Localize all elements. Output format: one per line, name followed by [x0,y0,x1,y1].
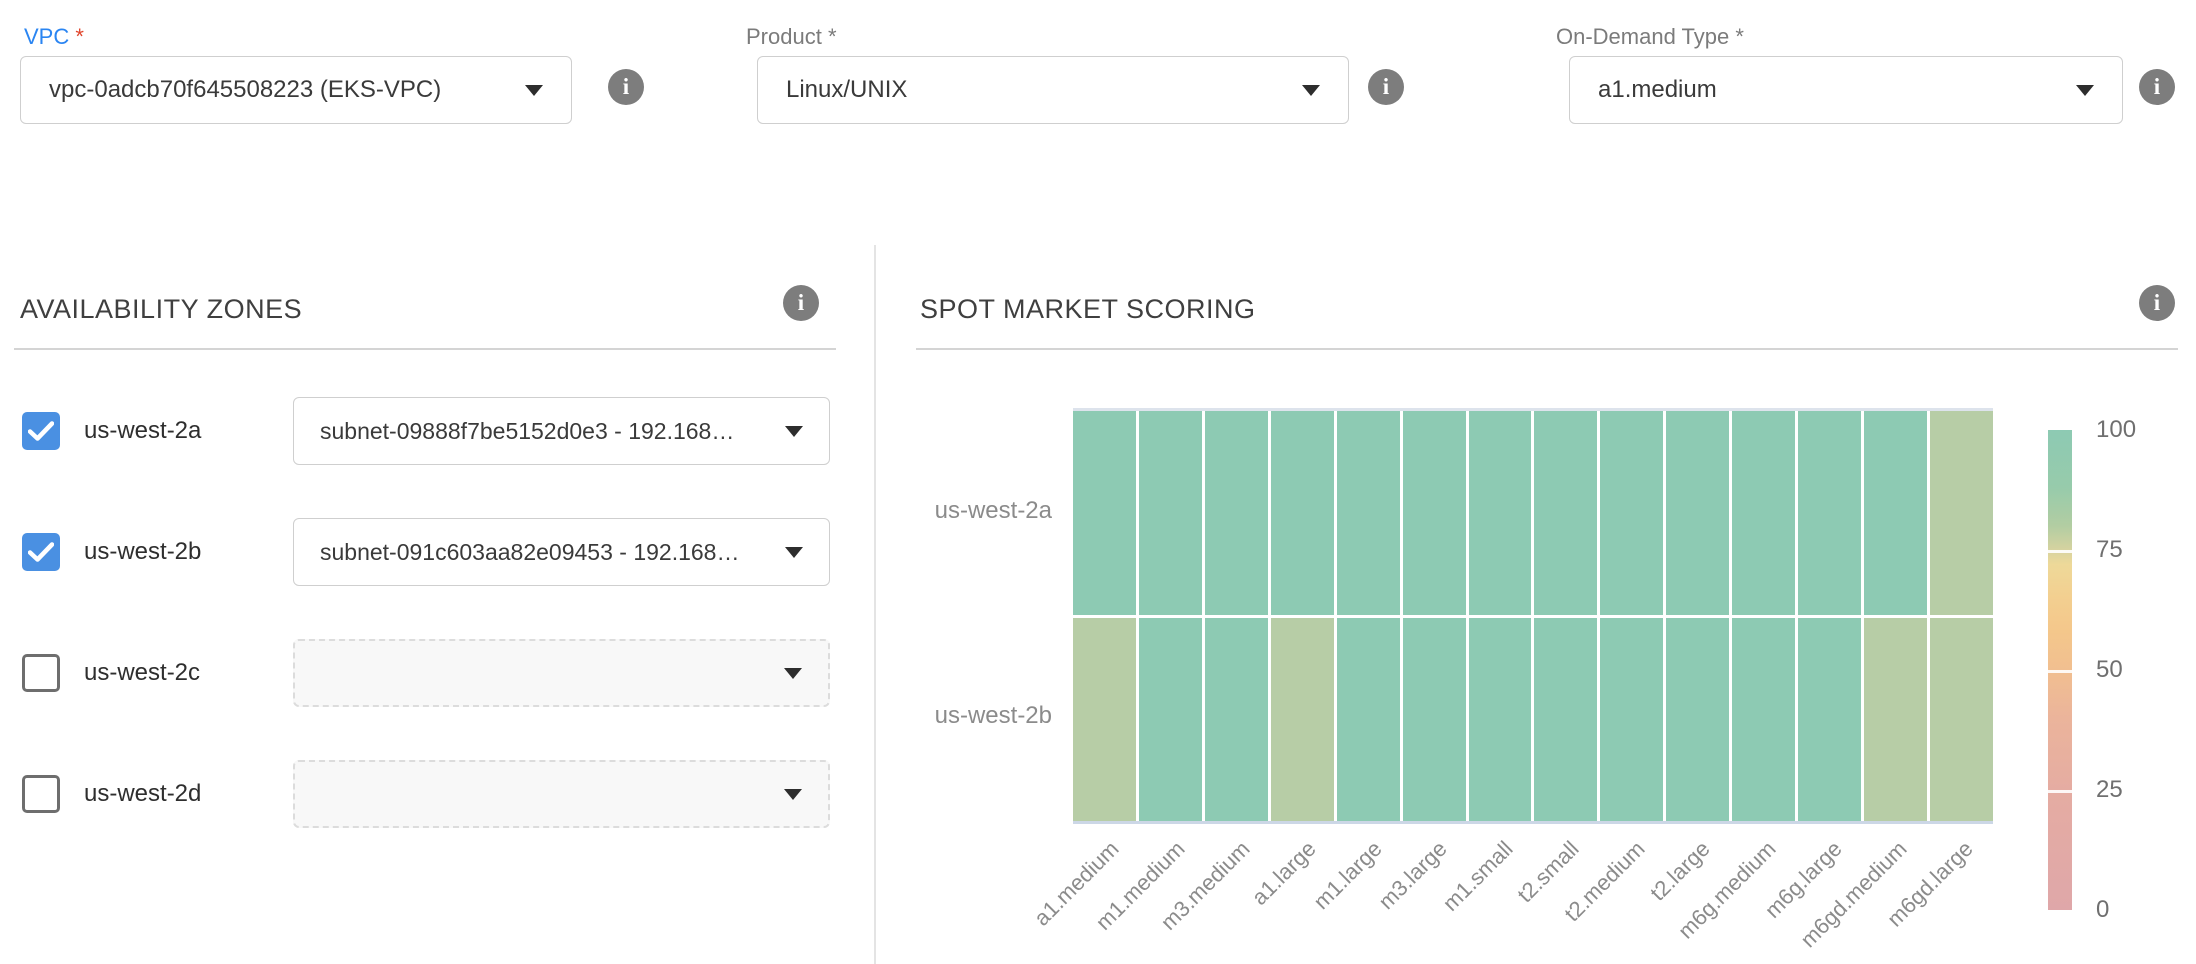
heatmap-cell [1600,411,1663,615]
az-checkbox-us-west-2c[interactable] [22,654,60,692]
colorbar-label-50: 50 [2096,656,2123,684]
chevron-down-icon [785,547,803,558]
colorbar-label-100: 100 [2096,416,2136,444]
colorbar-tick [2048,670,2072,673]
panel-divider [874,245,876,964]
vpc-required-asterisk: * [75,24,84,49]
heatmap-cell [1139,411,1202,615]
heatmap-cell [1337,618,1400,822]
heatmap-cell [1271,411,1334,615]
heatmap-cell [1073,411,1136,615]
product-select[interactable]: Linux/UNIX [757,56,1349,124]
heatmap-cell [1469,411,1532,615]
check-icon [28,542,54,562]
vpc-info-icon[interactable]: i [608,69,644,105]
spot-market-scoring-divider [916,348,2178,350]
chevron-down-icon [1302,85,1320,96]
product-required-asterisk: * [828,24,837,49]
chevron-down-icon [525,85,543,96]
az-subnet-select-us-west-2a[interactable]: subnet-09888f7be5152d0e3 - 192.168… [293,397,830,465]
heatmap-cell [1600,618,1663,822]
heatmap-cell [1732,411,1795,615]
chevron-down-icon [785,426,803,437]
heatmap-cell [1403,411,1466,615]
check-icon [28,421,54,441]
on-demand-type-label-text: On-Demand Type [1556,24,1729,49]
on-demand-required-asterisk: * [1735,24,1744,49]
heatmap-cell [1205,618,1268,822]
az-checkbox-us-west-2d[interactable] [22,775,60,813]
spot-market-scoring-title: SPOT MARKET SCORING [920,294,1256,325]
colorbar-label-75: 75 [2096,536,2123,564]
az-checkbox-us-west-2a[interactable] [22,412,60,450]
heatmap-cell [1073,618,1136,822]
vpc-select[interactable]: vpc-0adcb70f645508223 (EKS-VPC) [20,56,572,124]
colorbar-label-25: 25 [2096,776,2123,804]
heatmap-cell [1930,411,1993,615]
heatmap-cell [1534,618,1597,822]
product-label: Product * [746,24,837,50]
heatmap-cell [1798,618,1861,822]
on-demand-type-select[interactable]: a1.medium [1569,56,2123,124]
product-select-value: Linux/UNIX [786,76,907,104]
vpc-label: VPC * [24,24,84,50]
heatmap-cell [1337,411,1400,615]
az-label-us-west-2b: us-west-2b [84,518,201,586]
spot-instance-config-page: VPC * vpc-0adcb70f645508223 (EKS-VPC) i … [0,0,2196,964]
chevron-down-icon [784,789,802,800]
vpc-select-value: vpc-0adcb70f645508223 (EKS-VPC) [49,76,441,104]
heatmap-cell [1666,411,1729,615]
product-info-icon[interactable]: i [1368,69,1404,105]
chevron-down-icon [2076,85,2094,96]
az-subnet-select-us-west-2c[interactable] [293,639,830,707]
on-demand-type-label: On-Demand Type * [1556,24,1744,50]
colorbar [2048,430,2072,910]
spot-market-scoring-info-icon[interactable]: i [2139,285,2175,321]
on-demand-type-select-value: a1.medium [1598,76,1717,104]
on-demand-type-info-icon[interactable]: i [2139,69,2175,105]
availability-zones-divider [14,348,836,350]
heatmap-cell [1139,618,1202,822]
product-label-text: Product [746,24,822,49]
heatmap-cell [1864,411,1927,615]
heatmap-cell [1469,618,1532,822]
heatmap-cell [1930,618,1993,822]
heatmap-cell [1666,618,1729,822]
vpc-label-text: VPC [24,24,69,49]
az-subnet-select-us-west-2d[interactable] [293,760,830,828]
az-label-us-west-2c: us-west-2c [84,639,200,707]
az-label-us-west-2a: us-west-2a [84,397,201,465]
heatmap-row-label: us-west-2a [900,497,1052,525]
availability-zones-info-icon[interactable]: i [783,285,819,321]
az-row-us-west-2b: us-west-2b subnet-091c603aa82e09453 - 19… [0,518,874,586]
heatmap-cell [1864,618,1927,822]
az-subnet-select-us-west-2b[interactable]: subnet-091c603aa82e09453 - 192.168… [293,518,830,586]
az-subnet-value: subnet-091c603aa82e09453 - 192.168… [320,539,739,566]
heatmap-cell [1798,411,1861,615]
heatmap-cell [1534,411,1597,615]
heatmap-row-label: us-west-2b [900,702,1052,730]
heatmap-cell [1732,618,1795,822]
heatmap-cell [1205,411,1268,615]
chevron-down-icon [784,668,802,679]
heatmap-cell [1271,618,1334,822]
availability-zones-title: AVAILABILITY ZONES [20,294,302,325]
colorbar-tick [2048,550,2072,553]
colorbar-label-0: 0 [2096,896,2109,924]
az-row-us-west-2c: us-west-2c [0,639,874,707]
az-label-us-west-2d: us-west-2d [84,760,201,828]
az-checkbox-us-west-2b[interactable] [22,533,60,571]
az-row-us-west-2a: us-west-2a subnet-09888f7be5152d0e3 - 19… [0,397,874,465]
colorbar-tick [2048,790,2072,793]
az-row-us-west-2d: us-west-2d [0,760,874,828]
heatmap-grid [1073,408,1993,824]
heatmap-cell [1403,618,1466,822]
az-subnet-value: subnet-09888f7be5152d0e3 - 192.168… [320,418,734,445]
